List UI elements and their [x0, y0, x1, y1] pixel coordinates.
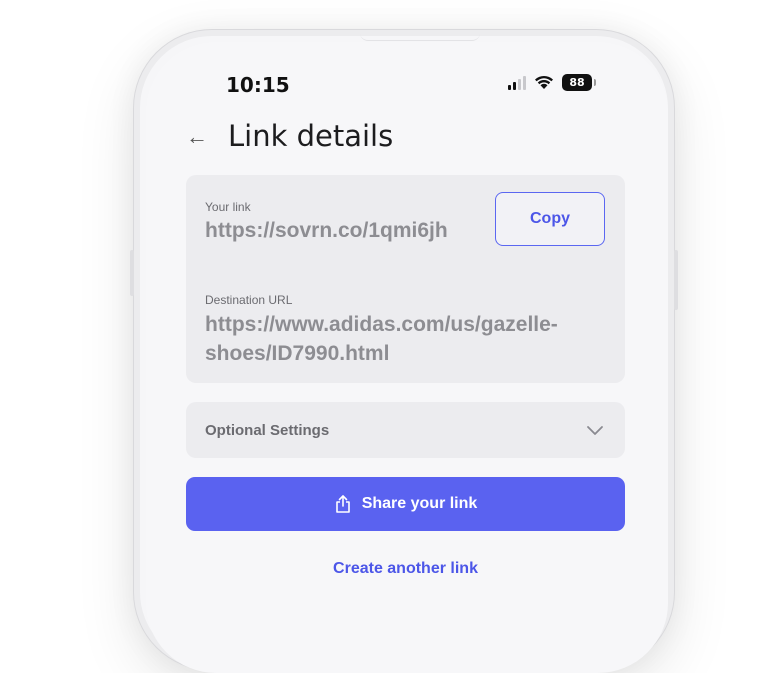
share-icon: [335, 495, 350, 513]
power-button: [674, 250, 678, 310]
your-link-label: Your link: [205, 200, 251, 214]
create-another-link[interactable]: Create another link: [186, 560, 625, 578]
optional-settings-label: Optional Settings: [205, 422, 330, 439]
your-link-value: https://sovrn.co/1qmi6jh: [205, 219, 448, 242]
phone-notch: [360, 30, 480, 41]
destination-url-line-2: shoes/ID7990.html: [205, 342, 390, 365]
status-icons: 88: [508, 74, 596, 91]
chevron-down-icon: [587, 426, 603, 435]
destination-url-label: Destination URL: [205, 293, 293, 307]
battery-icon: 88: [562, 74, 596, 91]
signal-icon: [508, 75, 526, 90]
optional-settings-dropdown[interactable]: Optional Settings: [186, 402, 625, 458]
share-link-button[interactable]: Share your link: [186, 477, 625, 531]
wifi-icon: [535, 75, 553, 89]
destination-url-line-1: https://www.adidas.com/us/gazelle-: [205, 313, 558, 336]
volume-button: [130, 250, 134, 296]
page-title: Link details: [228, 119, 394, 153]
link-card: Your link https://sovrn.co/1qmi6jh Copy …: [186, 175, 625, 383]
share-link-label: Share your link: [361, 495, 478, 512]
status-time: 10:15: [226, 73, 290, 97]
copy-button[interactable]: Copy: [495, 192, 605, 246]
back-arrow-icon[interactable]: ←: [186, 124, 208, 150]
